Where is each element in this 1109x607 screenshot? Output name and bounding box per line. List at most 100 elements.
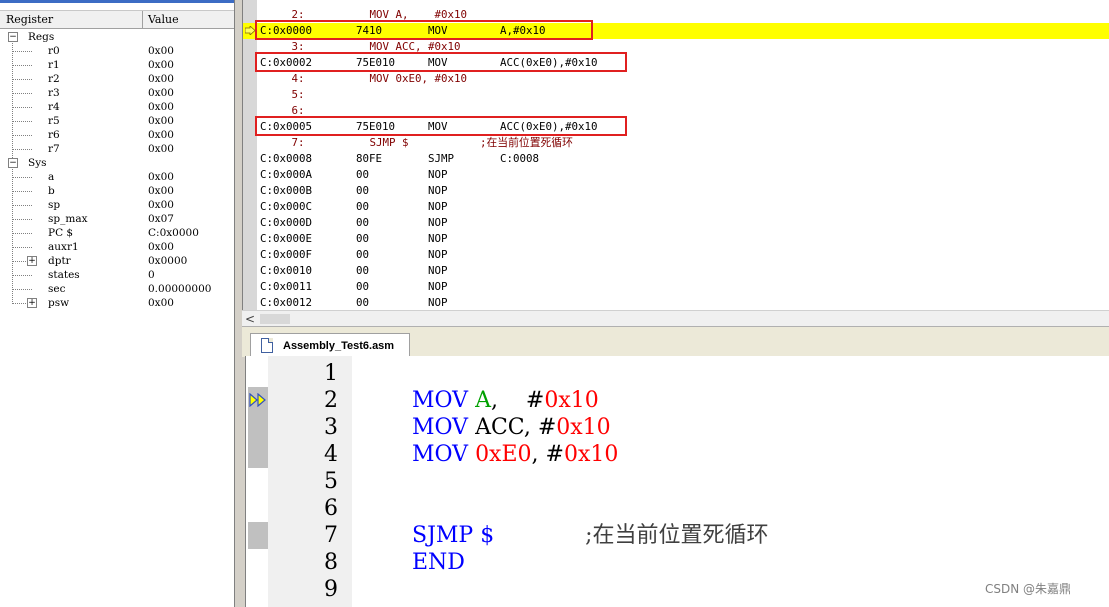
register-row[interactable]: r0 0x00 — [0, 44, 234, 58]
register-value[interactable]: 0x00 — [148, 100, 174, 114]
editor-line[interactable]: 7 SJMP $ ;在当前位置死循环 — [246, 522, 1109, 549]
register-value[interactable]: 0x00 — [148, 72, 174, 86]
instruction-line[interactable]: C:0x000C 00 NOP — [243, 199, 1109, 215]
register-row[interactable]: a 0x00 — [0, 170, 234, 184]
instruction-address: C:0x000E — [260, 232, 313, 245]
instruction-line[interactable]: C:0x000E 00 NOP — [243, 231, 1109, 247]
register-value[interactable]: 0x00 — [148, 184, 174, 198]
instruction-opcode: 00 — [356, 200, 370, 213]
register-value[interactable]: 0x00 — [148, 198, 174, 212]
expand-icon[interactable]: + — [27, 256, 37, 266]
highlight-box — [255, 52, 627, 72]
register-row[interactable]: sec 0.00000000 — [0, 282, 234, 296]
code-token: A — [475, 388, 491, 413]
register-row[interactable]: r1 0x00 — [0, 58, 234, 72]
instruction-line[interactable]: C:0x0012 00 NOP — [243, 295, 1109, 311]
register-row[interactable]: r6 0x00 — [0, 128, 234, 142]
register-row[interactable]: auxr1 0x00 — [0, 240, 234, 254]
editor-line[interactable]: 4 MOV 0xE0, #0x10 — [246, 441, 1109, 468]
collapse-icon[interactable]: − — [8, 32, 18, 42]
tree-connector — [12, 79, 32, 80]
register-row[interactable]: sp_max 0x07 — [0, 212, 234, 226]
code-token: # — [525, 388, 545, 413]
instruction-line[interactable]: C:0x000B 00 NOP — [243, 183, 1109, 199]
register-row[interactable]: + psw 0x00 — [0, 296, 234, 310]
tab-assembly-file[interactable]: Assembly_Test6.asm — [250, 333, 410, 357]
register-value[interactable]: 0x00 — [148, 58, 174, 72]
column-divider[interactable] — [142, 11, 143, 28]
tree-connector — [12, 275, 32, 276]
instruction-mnemonic: SJMP — [428, 152, 455, 165]
line-number: 5 — [324, 469, 338, 494]
register-value[interactable]: 0x00 — [148, 142, 174, 156]
register-value[interactable]: 0x0000 — [148, 254, 187, 268]
editor-line[interactable]: 8 END — [246, 549, 1109, 576]
disassembly-horizontal-scrollbar[interactable]: < — [242, 310, 1109, 327]
scrollbar-thumb[interactable] — [260, 314, 290, 324]
instruction-line[interactable]: C:0x000A 00 NOP — [243, 167, 1109, 183]
instruction-line[interactable]: C:0x0010 00 NOP — [243, 263, 1109, 279]
source-line[interactable]: 5: — [243, 87, 1109, 103]
register-value[interactable]: 0x00 — [148, 128, 174, 142]
instruction-line[interactable]: C:0x000F 00 NOP — [243, 247, 1109, 263]
register-value[interactable]: C:0x0000 — [148, 226, 199, 240]
line-number: 4 — [324, 442, 338, 467]
instruction-mnemonic: NOP — [428, 232, 448, 245]
editor-line[interactable]: 3 MOV ACC, #0x10 — [246, 414, 1109, 441]
value-column-header[interactable]: Value — [148, 13, 179, 26]
tree-connector — [12, 93, 32, 94]
code-token: MOV — [412, 442, 476, 467]
register-row[interactable]: sp 0x00 — [0, 198, 234, 212]
editor-line[interactable]: 1 — [246, 360, 1109, 387]
instruction-opcode: 00 — [356, 184, 370, 197]
source-editor[interactable]: 1 2 MOV A, #0x10 3 MOV ACC, #0x10 4 MOV 0xE0, … — [245, 356, 1109, 607]
tab-label: Assembly_Test6.asm — [283, 340, 395, 352]
instruction-line[interactable]: C:0x0011 00 NOP — [243, 279, 1109, 295]
register-row[interactable]: r5 0x00 — [0, 114, 234, 128]
register-name: r7 — [48, 143, 60, 155]
instruction-address: C:0x0010 — [260, 264, 313, 277]
register-value[interactable]: 0 — [148, 268, 155, 282]
expand-icon[interactable]: + — [27, 298, 37, 308]
register-row[interactable]: r4 0x00 — [0, 100, 234, 114]
register-value[interactable]: 0x07 — [148, 212, 174, 226]
tree-connector — [12, 149, 32, 150]
register-value[interactable]: 0x00 — [148, 86, 174, 100]
scroll-left-icon[interactable]: < — [245, 312, 255, 326]
register-row[interactable]: states 0 — [0, 268, 234, 282]
instruction-address: C:0x000A — [260, 168, 313, 181]
code-token: 0x10 — [556, 415, 611, 440]
instruction-line[interactable]: C:0x0008 80FE SJMP C:0008 — [243, 151, 1109, 167]
instruction-line[interactable]: C:0x000D 00 NOP — [243, 215, 1109, 231]
editor-line[interactable]: 2 MOV A, #0x10 — [246, 387, 1109, 414]
collapse-icon[interactable]: − — [8, 158, 18, 168]
register-tree: − Regs r0 0x00 r1 0x00 r2 0x00 r3 0x00 r4 0x00 r5 0x0… — [0, 30, 234, 310]
tree-connector — [12, 247, 32, 248]
register-row[interactable]: PC $ C:0x0000 — [0, 226, 234, 240]
register-name: b — [48, 185, 55, 197]
register-value[interactable]: 0.00000000 — [148, 282, 211, 296]
register-row[interactable]: r3 0x00 — [0, 86, 234, 100]
panel-title-bar — [0, 0, 234, 3]
code-token: ;在当前位置死循环 — [585, 523, 769, 548]
register-name: sec — [48, 283, 66, 295]
register-row[interactable]: b 0x00 — [0, 184, 234, 198]
register-name: r5 — [48, 115, 60, 127]
register-row[interactable]: + dptr 0x0000 — [0, 254, 234, 268]
source-line[interactable]: 7: SJMP $ ;在当前位置死循环 — [243, 135, 1109, 151]
register-group-sys[interactable]: − Sys — [0, 156, 234, 170]
register-row[interactable]: r7 0x00 — [0, 142, 234, 156]
register-column-header[interactable]: Register — [6, 13, 53, 26]
code-token: $ — [480, 523, 495, 548]
register-group-regs[interactable]: − Regs — [0, 30, 234, 44]
register-value[interactable]: 0x00 — [148, 44, 174, 58]
register-value[interactable]: 0x00 — [148, 114, 174, 128]
register-value[interactable]: 0x00 — [148, 240, 174, 254]
register-row[interactable]: r2 0x00 — [0, 72, 234, 86]
editor-line[interactable]: 6 — [246, 495, 1109, 522]
register-value[interactable]: 0x00 — [148, 296, 174, 310]
source-line[interactable]: 4: MOV 0xE0, #0x10 — [243, 71, 1109, 87]
register-value[interactable]: 0x00 — [148, 170, 174, 184]
editor-line[interactable]: 5 — [246, 468, 1109, 495]
editor-line[interactable]: 9 — [246, 576, 1109, 603]
